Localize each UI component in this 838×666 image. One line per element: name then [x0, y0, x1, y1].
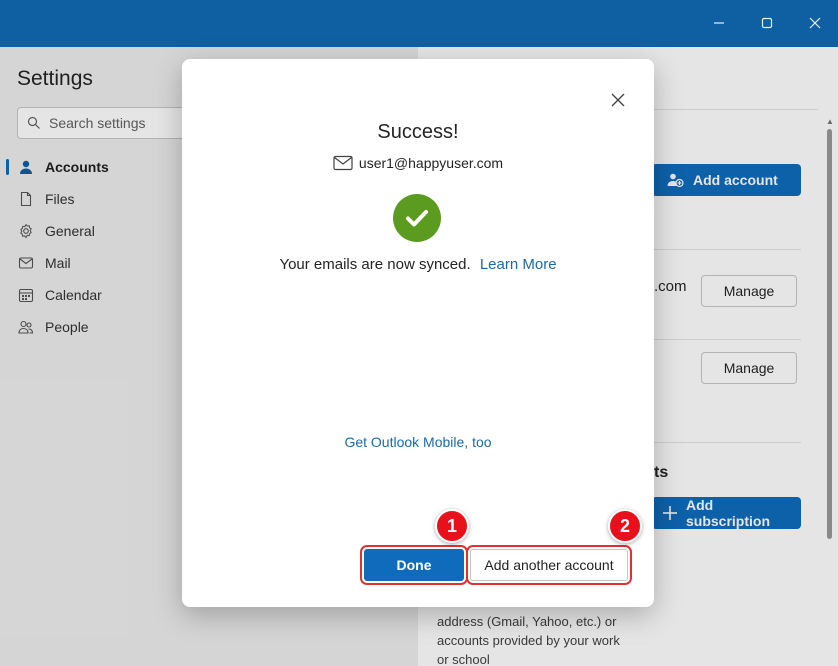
- callout-badge-2: 2: [608, 509, 642, 543]
- close-icon[interactable]: [802, 10, 828, 36]
- success-check-icon: [393, 194, 441, 242]
- add-another-account-button[interactable]: Add another account: [466, 545, 632, 585]
- synced-message: Your emails are now synced. Learn More: [182, 256, 654, 273]
- callout-badge-1: 1: [435, 509, 469, 543]
- minimize-icon[interactable]: [706, 10, 732, 36]
- mail-icon: [333, 155, 353, 171]
- close-icon[interactable]: [608, 90, 628, 110]
- done-button[interactable]: Done: [360, 545, 468, 585]
- learn-more-link[interactable]: Learn More: [480, 256, 557, 273]
- dialog-title: Success!: [377, 121, 459, 143]
- account-email: user1@happyuser.com: [358, 155, 504, 171]
- title-bar: [0, 0, 838, 47]
- get-outlook-mobile-link[interactable]: Get Outlook Mobile, too: [182, 434, 654, 450]
- account-email-row: user1@happyuser.com: [182, 155, 654, 171]
- maximize-icon[interactable]: [754, 10, 780, 36]
- synced-text: Your emails are now synced.: [279, 256, 471, 273]
- success-dialog: Success! user1@happyuser.com Your emails…: [182, 59, 654, 607]
